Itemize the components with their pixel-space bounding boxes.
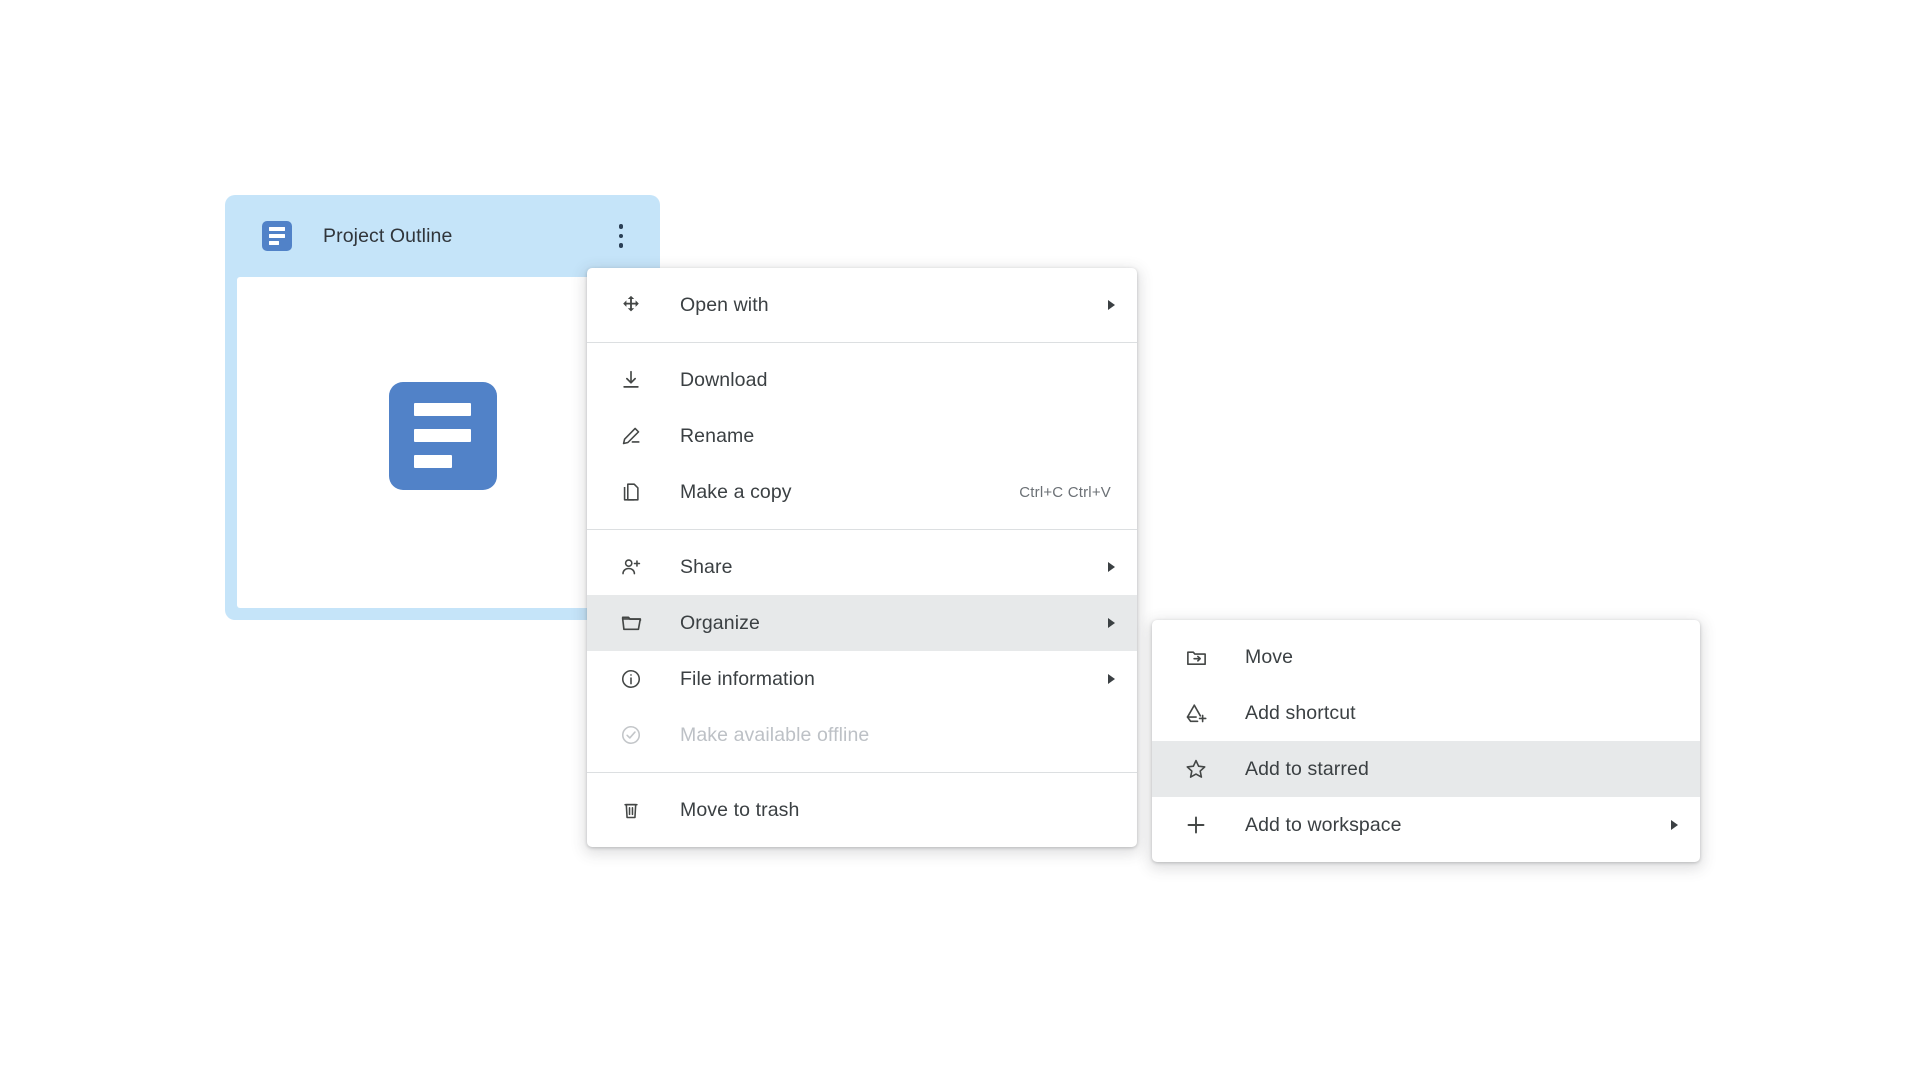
menu-item-label: File information	[680, 667, 815, 690]
menu-item-move-to-trash[interactable]: Move to trash	[587, 782, 1137, 838]
menu-item-download[interactable]: Download	[587, 352, 1137, 408]
submenu-item-add-to-starred[interactable]: Add to starred	[1152, 741, 1700, 797]
copy-icon	[618, 479, 644, 505]
chevron-right-icon	[1108, 618, 1115, 628]
menu-item-label: Organize	[680, 611, 760, 634]
add-shortcut-icon	[1183, 700, 1209, 726]
organize-submenu: Move Add shortcut Add to starred Add to …	[1152, 620, 1700, 862]
download-icon	[618, 367, 644, 393]
menu-item-label: Rename	[680, 424, 755, 447]
submenu-item-label: Add to workspace	[1245, 813, 1402, 836]
google-docs-large-icon	[388, 381, 497, 490]
menu-item-rename[interactable]: Rename	[587, 408, 1137, 464]
menu-item-organize[interactable]: Organize	[587, 595, 1137, 651]
file-context-menu: Open with Download Rename Make a copy Ct…	[587, 268, 1137, 847]
file-card-title: Project Outline	[323, 224, 453, 247]
star-outline-icon	[1183, 756, 1209, 782]
menu-divider	[587, 342, 1137, 343]
pencil-icon	[618, 423, 644, 449]
chevron-right-icon	[1108, 562, 1115, 572]
open-with-icon	[618, 292, 644, 318]
menu-item-open-with[interactable]: Open with	[587, 277, 1137, 333]
submenu-item-move[interactable]: Move	[1152, 629, 1700, 685]
person-add-icon	[618, 554, 644, 580]
menu-item-label: Download	[680, 368, 768, 391]
offline-check-icon	[618, 722, 644, 748]
more-vert-icon[interactable]	[604, 216, 638, 256]
chevron-right-icon	[1671, 820, 1678, 830]
menu-item-file-information[interactable]: File information	[587, 651, 1137, 707]
submenu-item-label: Move	[1245, 645, 1294, 668]
submenu-item-label: Add to starred	[1245, 757, 1369, 780]
folder-move-icon	[1183, 644, 1209, 670]
menu-item-make-available-offline: Make available offline	[587, 707, 1137, 763]
menu-item-label: Open with	[680, 293, 769, 316]
menu-item-label: Make a copy	[680, 480, 792, 503]
trash-icon	[618, 797, 644, 823]
file-card-header: Project Outline	[225, 195, 660, 277]
submenu-item-add-shortcut[interactable]: Add shortcut	[1152, 685, 1700, 741]
submenu-item-label: Add shortcut	[1245, 701, 1356, 724]
plus-icon	[1183, 812, 1209, 838]
menu-item-make-a-copy[interactable]: Make a copy Ctrl+C Ctrl+V	[587, 464, 1137, 520]
menu-item-label: Move to trash	[680, 798, 800, 821]
menu-item-shortcut: Ctrl+C Ctrl+V	[1019, 483, 1111, 501]
google-docs-icon	[262, 221, 292, 251]
folder-icon	[618, 610, 644, 636]
menu-item-label: Make available offline	[680, 723, 870, 746]
screen-root: Project Outline Open with Download Renam…	[0, 0, 1920, 1080]
chevron-right-icon	[1108, 300, 1115, 310]
menu-divider	[587, 529, 1137, 530]
chevron-right-icon	[1108, 674, 1115, 684]
menu-item-label: Share	[680, 555, 733, 578]
menu-item-share[interactable]: Share	[587, 539, 1137, 595]
menu-divider	[587, 772, 1137, 773]
submenu-item-add-to-workspace[interactable]: Add to workspace	[1152, 797, 1700, 853]
info-circle-icon	[618, 666, 644, 692]
